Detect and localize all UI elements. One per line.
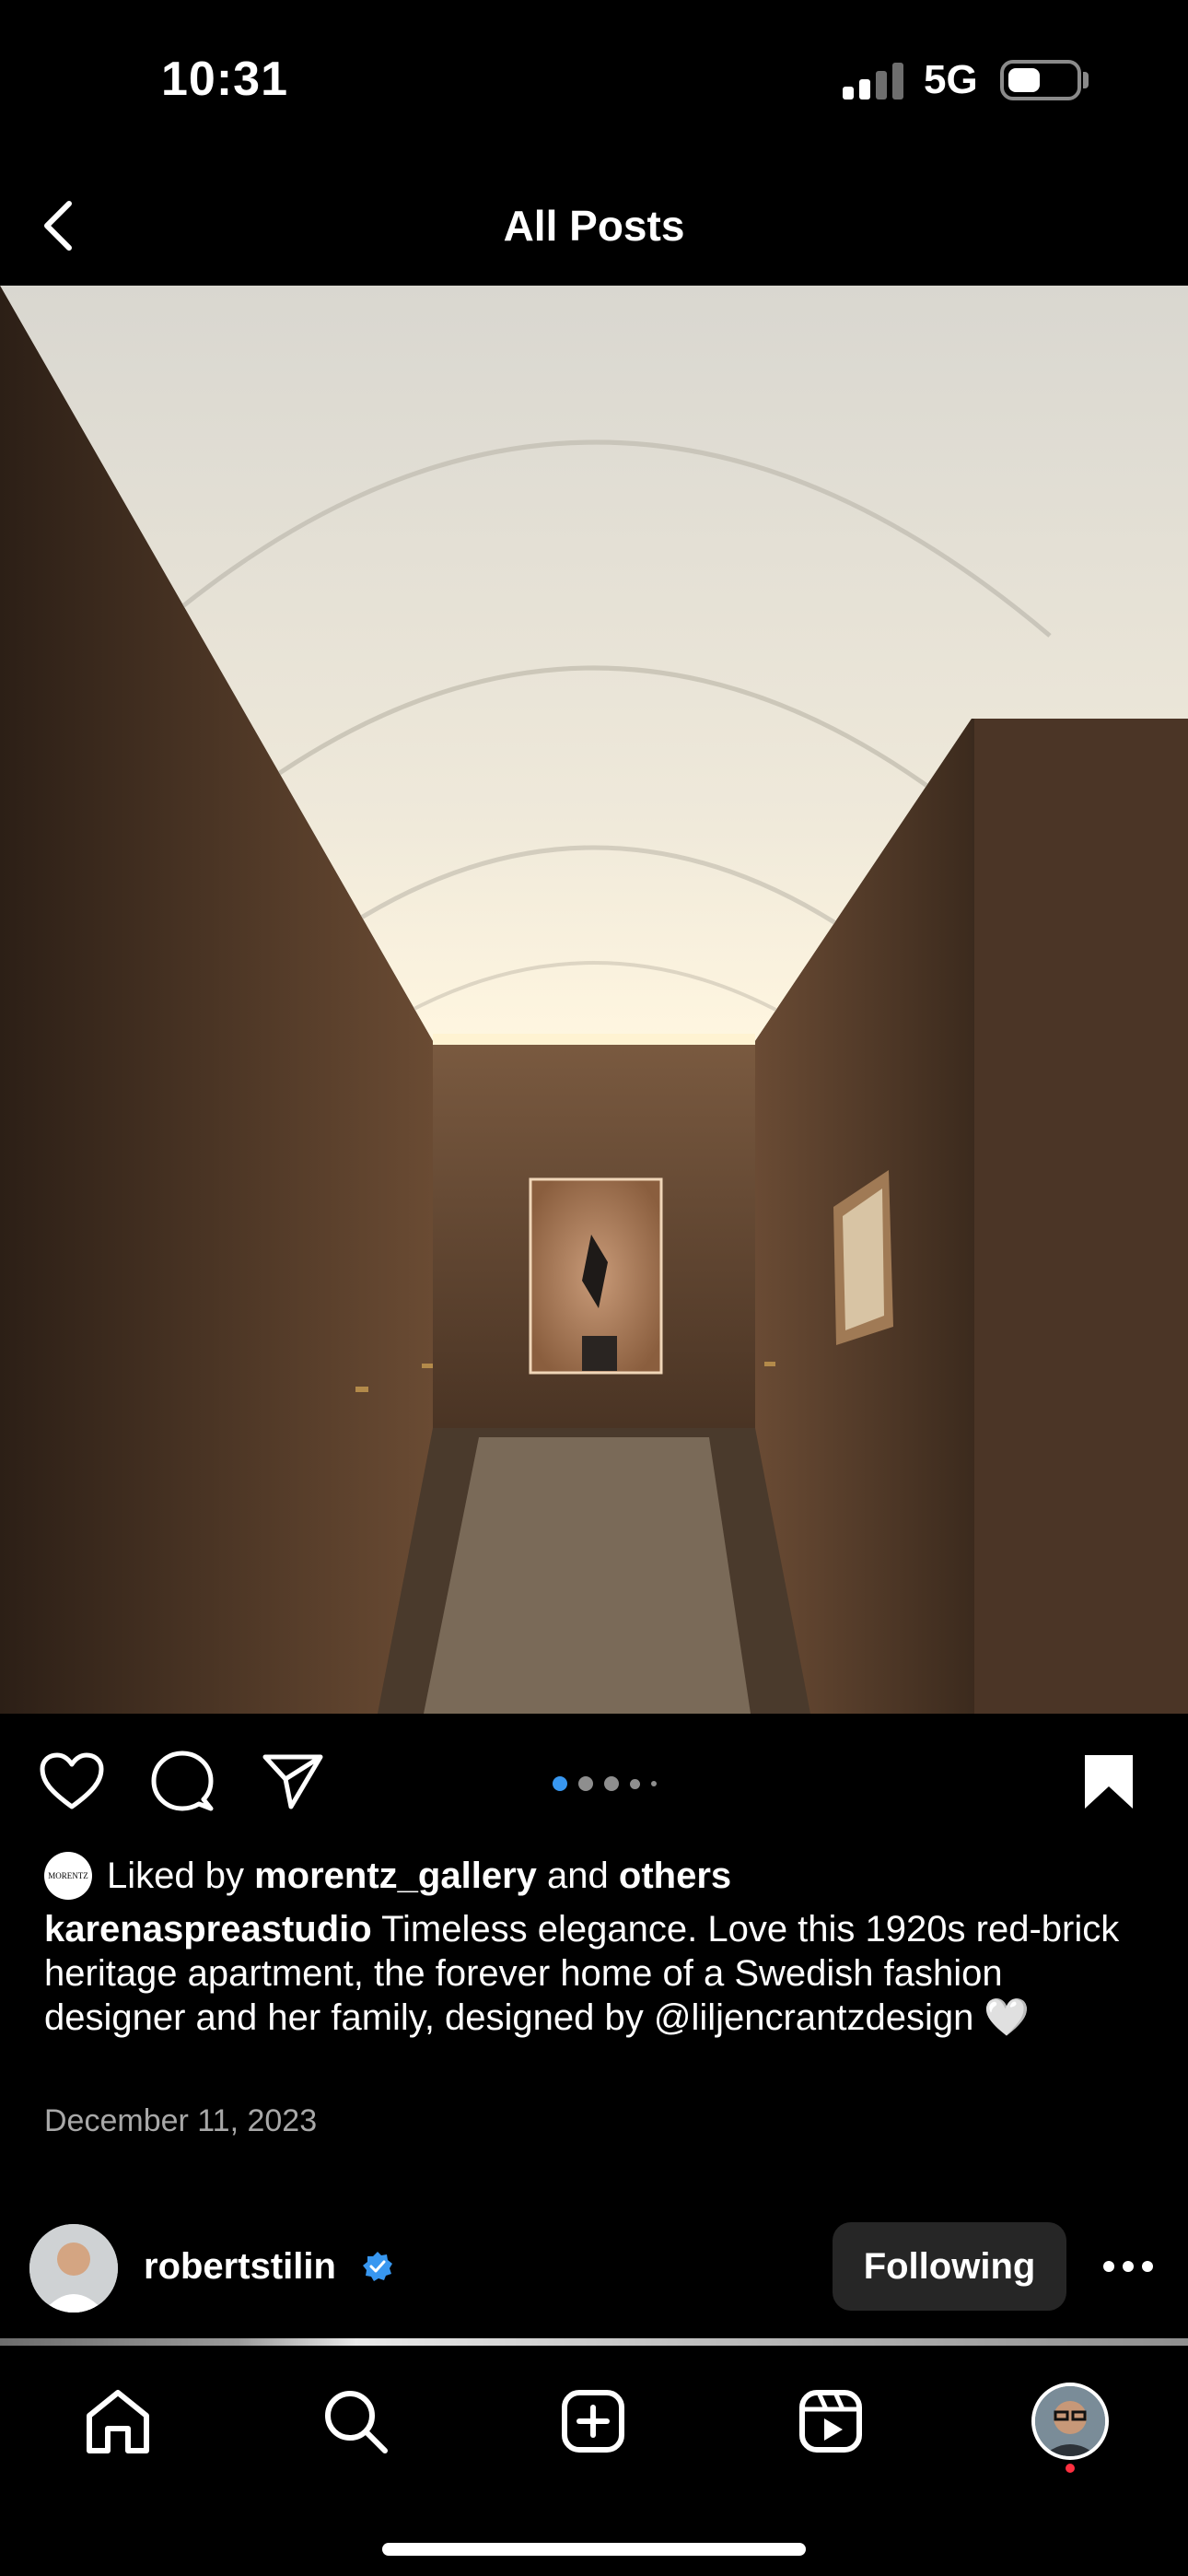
carousel-dot: [604, 1776, 619, 1791]
verified-badge-icon: [363, 2252, 392, 2281]
status-bar: 10:31 5G: [0, 0, 1188, 157]
user-photo: [29, 2224, 118, 2313]
profile-avatar: [1031, 2383, 1109, 2460]
battery-icon: [1000, 60, 1081, 100]
post-caption: karenaspreastudio Timeless elegance. Lov…: [44, 1907, 1149, 2040]
tab-search[interactable]: [309, 2375, 402, 2467]
plus-square-icon: [562, 2390, 624, 2453]
corridor-photo: [0, 286, 1188, 1714]
page-title: All Posts: [503, 202, 685, 250]
carousel-dot: [651, 1781, 657, 1786]
heart-icon: [40, 1752, 104, 1809]
caption-username[interactable]: karenaspreastudio: [44, 1909, 372, 1950]
bookmark-icon: [1085, 1755, 1133, 1809]
likes-others[interactable]: others: [619, 1856, 731, 1897]
paper-plane-icon: [262, 1754, 323, 1809]
save-button[interactable]: [1072, 1745, 1146, 1819]
avatar[interactable]: [29, 2224, 118, 2313]
likes-connector: and: [547, 1855, 609, 1896]
following-button[interactable]: Following: [833, 2222, 1066, 2311]
next-post-username[interactable]: robertstilin: [144, 2246, 336, 2288]
share-button[interactable]: [256, 1745, 330, 1819]
carousel-dot: [578, 1776, 593, 1791]
post-image[interactable]: [0, 286, 1188, 1714]
likes-summary[interactable]: MORENTZ Liked by morentz_gallery and oth…: [44, 1850, 731, 1902]
tab-profile[interactable]: [1024, 2375, 1116, 2467]
more-options-button[interactable]: [1096, 2239, 1160, 2294]
home-icon: [87, 2390, 149, 2453]
carousel-dot-active: [553, 1776, 567, 1791]
tab-reels[interactable]: [785, 2375, 877, 2467]
liker-username[interactable]: morentz_gallery: [254, 1856, 537, 1897]
post-action-bar: [0, 1732, 1188, 1833]
tab-bar: [0, 2346, 1188, 2576]
network-type: 5G: [924, 57, 978, 102]
reels-icon: [799, 2390, 862, 2453]
search-icon: [325, 2391, 388, 2453]
comment-bubble-icon: [151, 1751, 214, 1811]
status-time: 10:31: [161, 53, 288, 106]
signal-strength-icon: [843, 61, 905, 100]
next-post-header: robertstilin Following: [0, 2211, 1188, 2322]
carousel-dot: [630, 1778, 640, 1789]
likes-prefix: Liked by: [107, 1855, 244, 1896]
like-button[interactable]: [35, 1745, 109, 1819]
next-post-image-edge: [0, 2338, 1188, 2346]
liker-avatar: MORENTZ: [44, 1852, 92, 1900]
carousel-indicator: [553, 1774, 657, 1793]
nav-header: All Posts: [0, 175, 1188, 276]
tab-home[interactable]: [72, 2375, 164, 2467]
home-indicator: [382, 2543, 806, 2556]
ellipsis-icon: [1103, 2261, 1153, 2272]
profile-notification-dot: [1066, 2464, 1075, 2473]
tab-create[interactable]: [547, 2375, 639, 2467]
battery-cap: [1083, 72, 1089, 88]
post-date: December 11, 2023: [44, 2103, 318, 2138]
comment-button[interactable]: [146, 1745, 219, 1819]
